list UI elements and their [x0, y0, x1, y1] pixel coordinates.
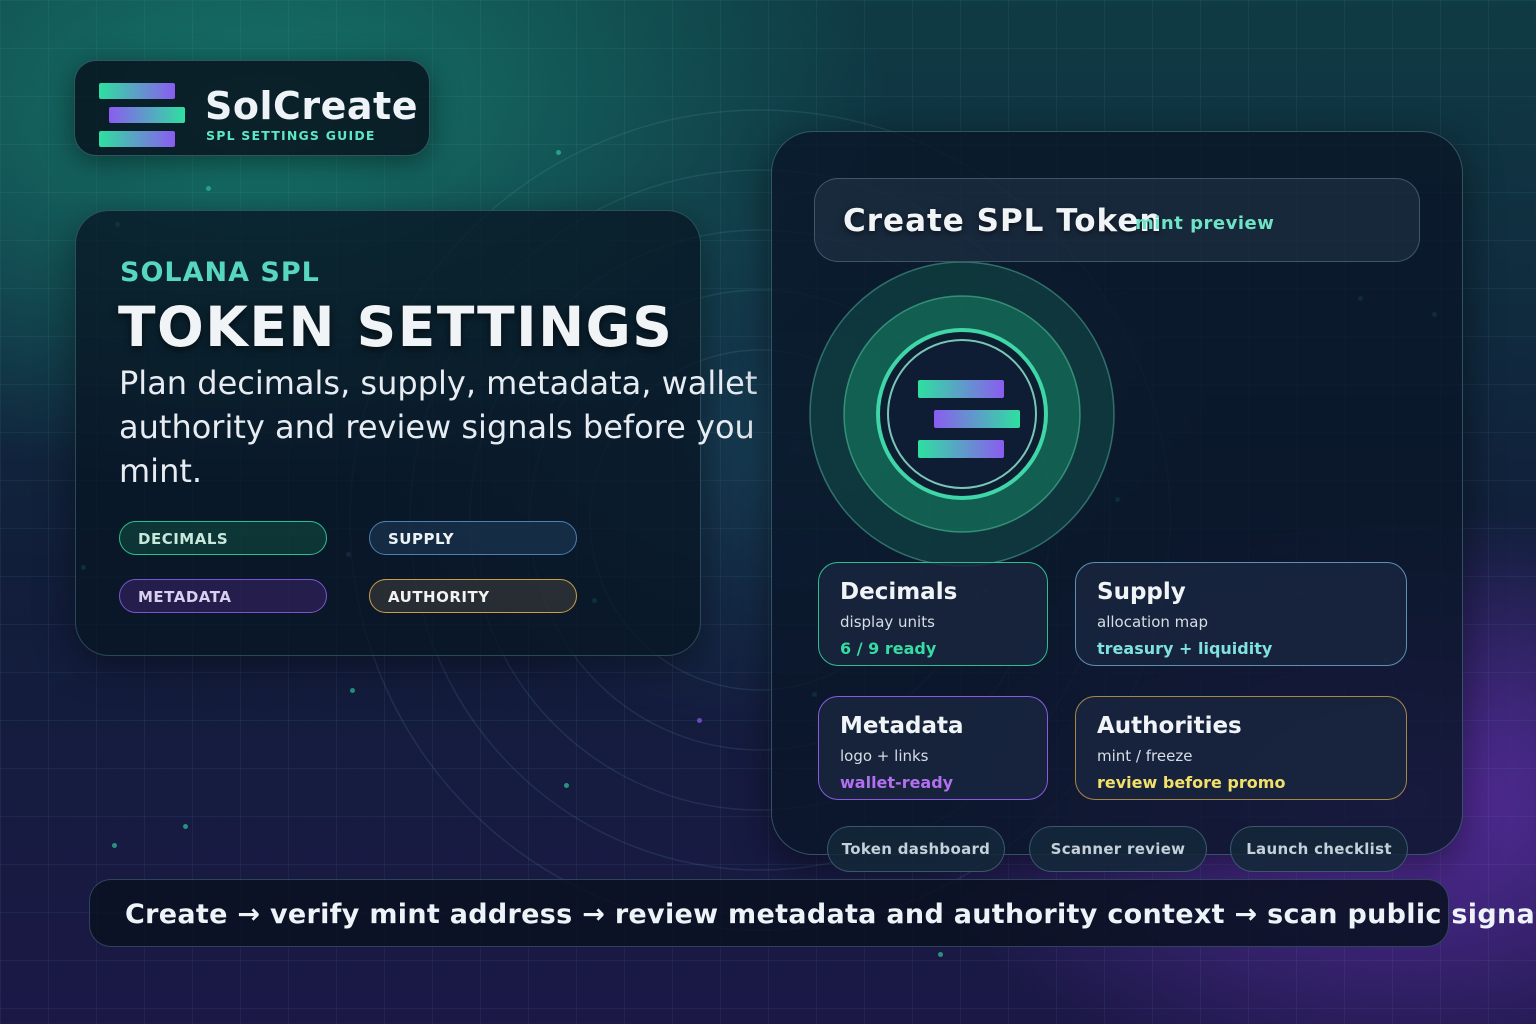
chip-decimals[interactable]: DECIMALS — [119, 521, 327, 555]
logo-bar — [99, 83, 175, 99]
particle — [206, 186, 211, 191]
card-subtitle: display units — [840, 613, 935, 631]
card-subtitle: mint / freeze — [1097, 747, 1193, 765]
card-status: review before promo — [1097, 773, 1286, 792]
chip-supply[interactable]: SUPPLY — [369, 521, 577, 555]
card-title: Metadata — [840, 713, 964, 739]
particle — [697, 718, 702, 723]
intro-eyebrow: SOLANA SPL — [120, 257, 320, 288]
chip-metadata[interactable]: METADATA — [119, 579, 327, 613]
preview-header: Create SPL Token mint preview — [814, 178, 1420, 262]
intro-headline: TOKEN SETTINGS — [118, 295, 674, 359]
card-title: Supply — [1097, 579, 1186, 605]
workflow-bar: Create → verify mint address → review me… — [89, 879, 1536, 947]
card-metadata[interactable]: Metadata logo + links wallet-ready — [818, 696, 1048, 800]
particle — [938, 952, 943, 957]
brand-badge: SolCreate SPL SETTINGS GUIDE — [74, 60, 430, 156]
preview-title: Create SPL Token — [843, 203, 1163, 239]
scanner-review-link[interactable]: Scanner review — [1029, 826, 1207, 872]
chip-authority[interactable]: AUTHORITY — [369, 579, 577, 613]
logo-bar — [918, 380, 1004, 398]
intro-panel: SOLANA SPL TOKEN SETTINGS Plan decimals,… — [75, 210, 757, 656]
workflow-steps: Create → verify mint address → review me… — [125, 899, 1536, 930]
brand-name: SolCreate — [205, 84, 418, 128]
card-decimals[interactable]: Decimals display units 6 / 9 ready — [818, 562, 1048, 666]
launch-checklist-link[interactable]: Launch checklist — [1230, 826, 1408, 872]
card-subtitle: logo + links — [840, 747, 929, 765]
intro-description: Plan decimals, supply, metadata, wallet … — [119, 364, 758, 490]
particle — [556, 150, 561, 155]
logo-bar — [918, 440, 1004, 458]
logo-bar — [109, 107, 185, 123]
card-subtitle: allocation map — [1097, 613, 1208, 631]
particle — [350, 688, 355, 693]
mint-preview-panel: Create SPL Token mint preview Decimals d… — [771, 131, 1463, 872]
logo-bar — [99, 131, 175, 147]
card-status: wallet-ready — [840, 773, 954, 792]
card-status: 6 / 9 ready — [840, 639, 937, 658]
preview-tag: mint preview — [1135, 213, 1275, 234]
card-title: Decimals — [840, 579, 958, 605]
solana-bars-icon — [918, 380, 1022, 460]
brand-subtitle: SPL SETTINGS GUIDE — [206, 128, 376, 143]
solana-bars-icon — [99, 83, 187, 147]
card-supply[interactable]: Supply allocation map treasury + liquidi… — [1075, 562, 1407, 666]
particle — [112, 843, 117, 848]
token-dashboard-link[interactable]: Token dashboard — [827, 826, 1005, 872]
logo-bar — [934, 410, 1020, 428]
particle — [564, 783, 569, 788]
card-title: Authorities — [1097, 713, 1242, 739]
particle — [183, 824, 188, 829]
card-authorities[interactable]: Authorities mint / freeze review before … — [1075, 696, 1407, 800]
card-status: treasury + liquidity — [1097, 639, 1273, 658]
